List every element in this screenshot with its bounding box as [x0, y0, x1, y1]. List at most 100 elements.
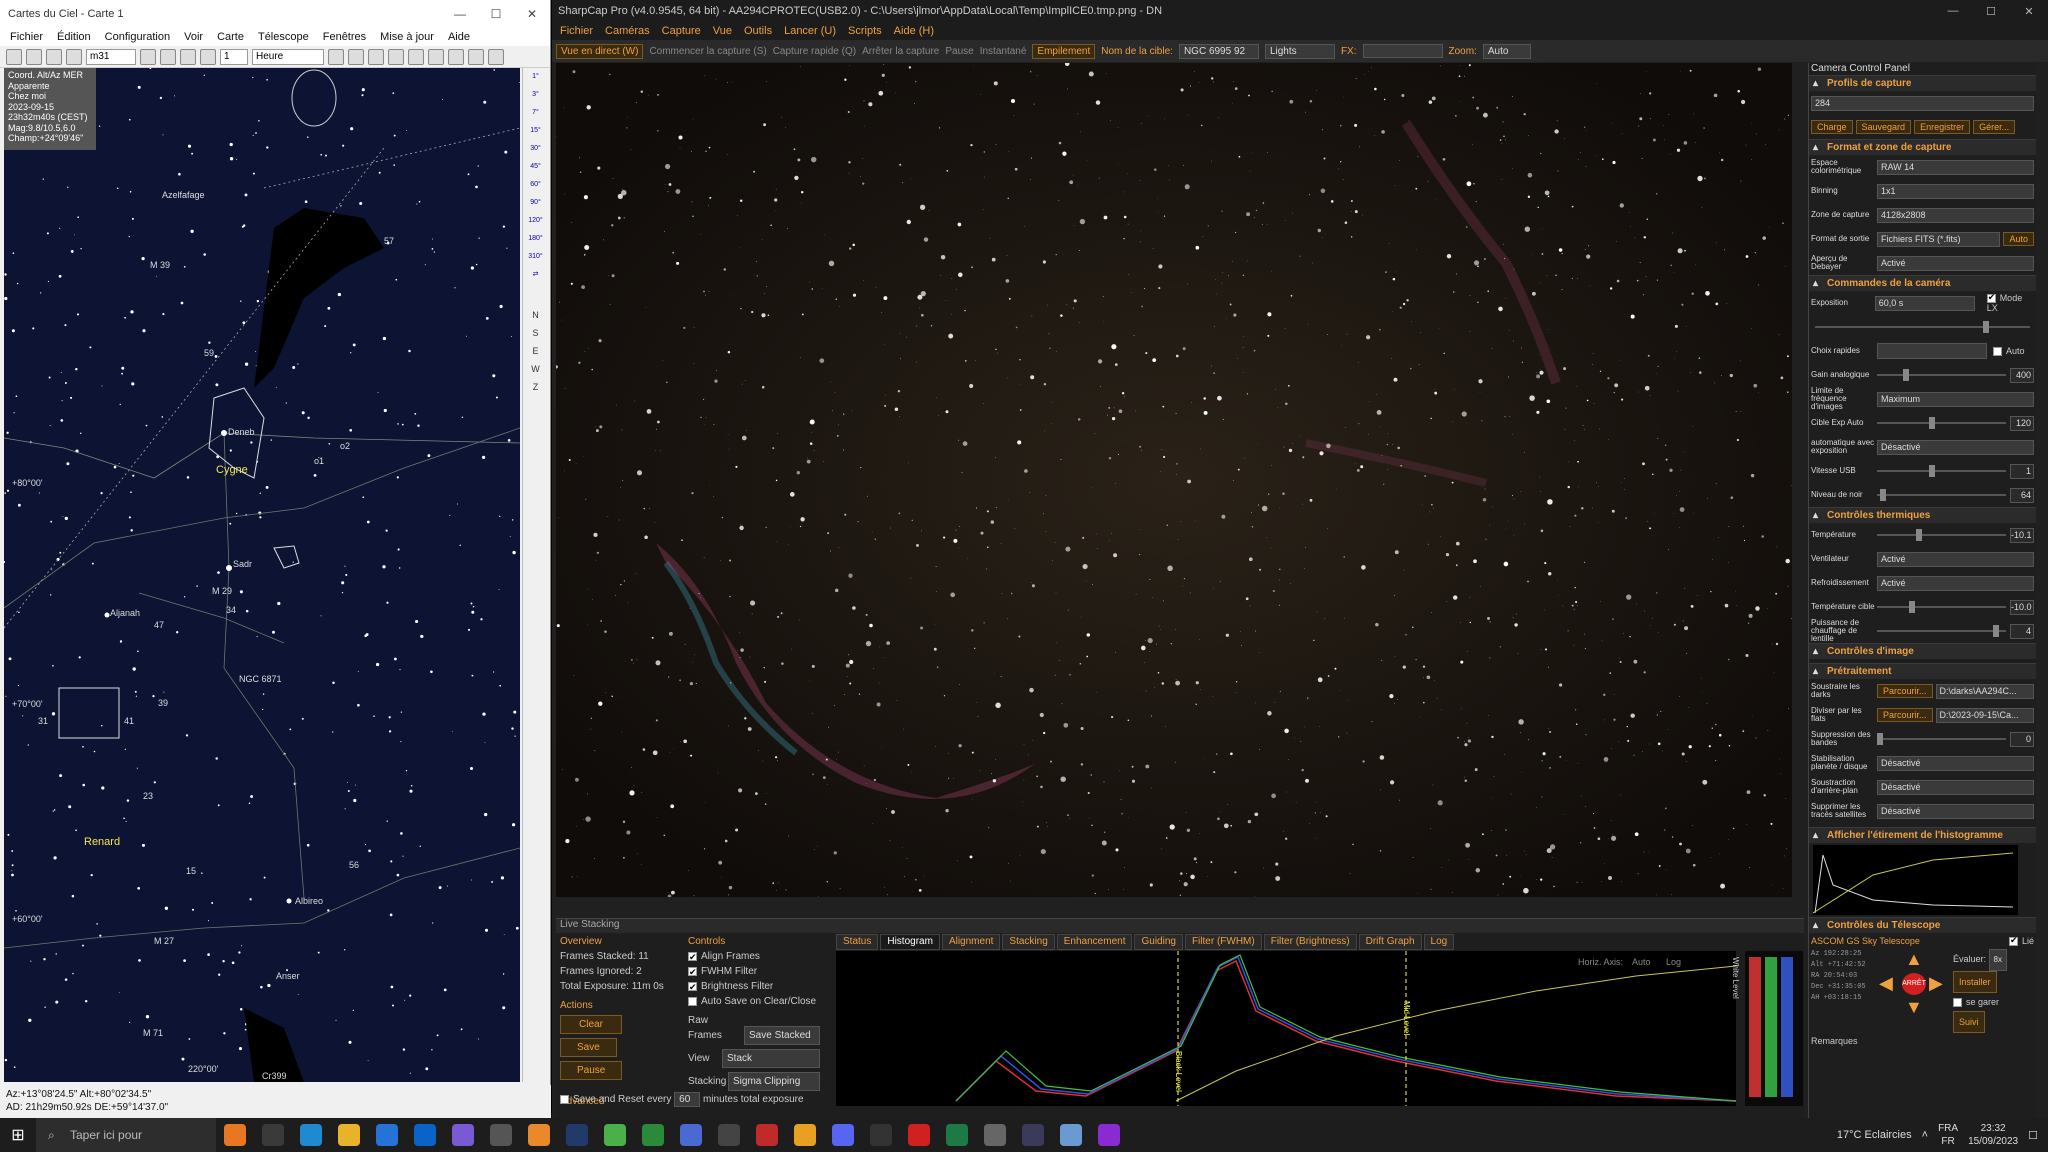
clock-time[interactable]: 23:32: [1968, 1122, 2018, 1135]
object-search-input[interactable]: m31: [86, 48, 136, 65]
sc-menu-vue[interactable]: Vue: [713, 25, 732, 37]
eq-altaz-icon[interactable]: ⇄: [523, 266, 548, 306]
menu-edition[interactable]: Édition: [57, 31, 91, 43]
quick-picks-select[interactable]: [1877, 343, 1987, 359]
app-icon-grey[interactable]: [490, 1124, 512, 1146]
satellite-trails-select[interactable]: Désactivé: [1877, 803, 2034, 819]
mini-histogram[interactable]: [1812, 845, 2018, 915]
sharpcap-taskbar-icon[interactable]: [1022, 1124, 1044, 1146]
tab-enhancement[interactable]: Enhancement: [1056, 934, 1133, 950]
close-icon[interactable]: ✕: [2010, 5, 2048, 18]
section-thermal[interactable]: Contrôles thermiques: [1809, 507, 2036, 524]
unit-select[interactable]: Heure: [252, 48, 324, 65]
auto-exp-target-slider[interactable]: [1877, 417, 2006, 429]
load-profile-button[interactable]: Charge: [1811, 120, 1853, 134]
windows-start-icon[interactable]: ⊞: [0, 1125, 36, 1145]
app-icon-blue[interactable]: [680, 1124, 702, 1146]
output-auto-button[interactable]: Auto: [2003, 232, 2034, 246]
view-zenith[interactable]: Z: [523, 378, 548, 396]
sc-menu-scripts[interactable]: Scripts: [848, 25, 882, 37]
darks-path[interactable]: D:\darks\AA294C...: [1935, 683, 2034, 699]
tab-drift-graph[interactable]: Drift Graph: [1358, 934, 1422, 950]
view-south[interactable]: S: [523, 324, 548, 342]
target-icon[interactable]: [388, 48, 404, 65]
tab-stacking[interactable]: Stacking: [1002, 934, 1055, 950]
app-icon-red[interactable]: [756, 1124, 778, 1146]
fx-select[interactable]: [1362, 44, 1443, 58]
lens-heater-value[interactable]: 4: [2010, 623, 2034, 639]
tab-guiding[interactable]: Guiding: [1134, 934, 1183, 950]
auto-exposure-select[interactable]: Désactivé: [1877, 439, 2034, 455]
usb-speed-value[interactable]: 1: [2010, 463, 2034, 479]
save-reset-checkbox[interactable]: [560, 1094, 569, 1104]
menu-carte[interactable]: Carte: [217, 31, 244, 43]
discord-icon[interactable]: [832, 1124, 854, 1146]
terminal-icon[interactable]: [870, 1124, 892, 1146]
axis-log-label[interactable]: Log: [1666, 957, 1681, 967]
forward-icon[interactable]: [200, 48, 216, 65]
section-image-controls[interactable]: Contrôles d'image: [1809, 643, 2036, 660]
fov-120[interactable]: 120°: [523, 212, 548, 230]
flats-path[interactable]: D:\2023-09-15\Ca...: [1935, 707, 2034, 723]
pause-stack-button[interactable]: Pause: [560, 1061, 623, 1080]
fullscreen-icon[interactable]: [488, 48, 504, 65]
capture-area-select[interactable]: 4128x2808: [1877, 207, 2034, 223]
banding-slider[interactable]: [1877, 733, 2006, 745]
opera-icon[interactable]: [908, 1124, 930, 1146]
tab-filter-fwhm[interactable]: Filter (FWHM): [1184, 934, 1262, 950]
stop-slew-button[interactable]: ARRÊT: [1902, 973, 1926, 995]
app-icon-lightblue[interactable]: [1060, 1124, 1082, 1146]
app-icon-silver[interactable]: [984, 1124, 1006, 1146]
app-icon-darkgreen[interactable]: [642, 1124, 664, 1146]
arrow-up-icon[interactable]: ▲: [1905, 949, 1923, 970]
lens-heater-slider[interactable]: [1877, 625, 2006, 637]
frame-type-select[interactable]: Lights: [1264, 43, 1335, 59]
fov-310[interactable]: 310°: [523, 248, 548, 266]
red-level-bar[interactable]: [1749, 957, 1761, 1097]
browse-darks-button[interactable]: Parcourir...: [1877, 684, 1933, 698]
raw-frames-select[interactable]: Save Stacked: [744, 1026, 820, 1045]
menu-aide[interactable]: Aide: [448, 31, 470, 43]
banding-value[interactable]: 0: [2010, 731, 2034, 747]
minimize-icon[interactable]: —: [442, 7, 478, 21]
mail-icon[interactable]: [414, 1124, 436, 1146]
arrow-left-icon[interactable]: ◀: [1879, 973, 1893, 994]
clock-date[interactable]: 15/09/2023: [1968, 1135, 2018, 1148]
store-icon[interactable]: [376, 1124, 398, 1146]
sc-menu-fichier[interactable]: Fichier: [560, 25, 593, 37]
arrow-down-icon[interactable]: ▼: [1905, 997, 1923, 1018]
edge-icon[interactable]: [300, 1124, 322, 1146]
maximize-icon[interactable]: ☐: [478, 7, 514, 21]
align-frames-checkbox[interactable]: [688, 950, 697, 965]
auto-exp-target-value[interactable]: 120: [2010, 415, 2034, 431]
section-camera-controls[interactable]: Commandes de la caméra: [1809, 275, 2036, 292]
maximize-icon[interactable]: ☐: [1972, 5, 2010, 18]
language-code[interactable]: FRA: [1938, 1122, 1958, 1135]
taskbar-search[interactable]: ⌕ Taper ici pour: [36, 1118, 216, 1152]
fan-select[interactable]: Activé: [1877, 551, 2034, 567]
fov-1[interactable]: 1°: [523, 68, 548, 86]
search-icon[interactable]: [66, 48, 82, 65]
flip-icon[interactable]: [368, 48, 384, 65]
zoom-icon[interactable]: [328, 48, 344, 65]
exposure-input[interactable]: 60,0 s: [1874, 295, 1975, 311]
back-icon[interactable]: [160, 48, 176, 65]
tab-histogram[interactable]: Histogram: [880, 934, 940, 950]
cooling-select[interactable]: Activé: [1877, 575, 2034, 591]
firefox-icon[interactable]: [528, 1124, 550, 1146]
view-north[interactable]: N: [523, 306, 548, 324]
sc-menu-lancer[interactable]: Lancer (U): [784, 25, 836, 37]
sc-menu-cameras[interactable]: Caméras: [605, 25, 650, 37]
fov-45[interactable]: 45°: [523, 158, 548, 176]
eq-icon[interactable]: [428, 48, 444, 65]
sc-menu-outils[interactable]: Outils: [744, 25, 772, 37]
section-histogram-stretch[interactable]: Afficher l'étirement de l'histogramme: [1809, 827, 2036, 844]
app-icon-orange[interactable]: [224, 1124, 246, 1146]
captured-image-veil-nebula[interactable]: [556, 63, 1792, 897]
minimize-icon[interactable]: —: [1934, 5, 1972, 18]
stop-capture-button[interactable]: Arrêter la capture: [862, 46, 939, 57]
gain-slider[interactable]: [1877, 369, 2006, 381]
tab-filter-brightness[interactable]: Filter (Brightness): [1263, 934, 1357, 950]
colorspace-select[interactable]: RAW 14: [1877, 159, 2034, 175]
axis-auto-label[interactable]: Auto: [1632, 957, 1651, 967]
